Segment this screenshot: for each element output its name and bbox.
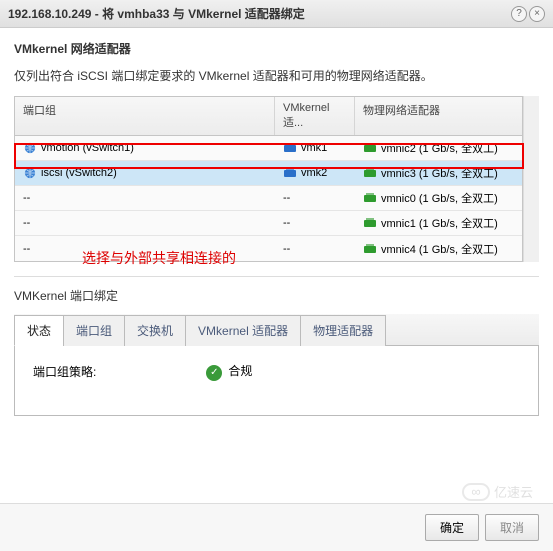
help-icon[interactable]: ? [511, 6, 527, 22]
cell-vmkernel: -- [275, 189, 355, 207]
cell-vmkernel: -- [275, 214, 355, 232]
port-group-text: -- [23, 192, 30, 204]
section-description: 仅列出符合 iSCSI 端口绑定要求的 VMkernel 适配器和可用的物理网络… [14, 67, 539, 84]
nic-icon [363, 142, 377, 154]
scrollbar[interactable] [523, 96, 539, 262]
cell-physical: vmnic3 (1 Gb/s, 全双工) [355, 162, 522, 184]
port-group-text: vmotion (vSwitch1) [41, 142, 134, 154]
tab-2[interactable]: 交换机 [124, 315, 186, 346]
globe-icon [23, 142, 37, 154]
watermark: ∞ 亿速云 [462, 482, 533, 501]
globe-icon [23, 167, 37, 179]
cell-physical: vmnic4 (1 Gb/s, 全双工) [355, 238, 522, 260]
ok-button[interactable]: 确定 [425, 514, 479, 541]
physical-text: vmnic4 (1 Gb/s, 全双工) [381, 241, 498, 257]
physical-text: vmnic3 (1 Gb/s, 全双工) [381, 165, 498, 181]
cell-vmkernel: vmk2 [275, 164, 355, 182]
nic-icon [363, 243, 377, 255]
lower-section: VMKernel 端口绑定 状态端口组交换机VMkernel 适配器物理适配器 … [14, 276, 539, 416]
nic-icon [363, 217, 377, 229]
cell-vmkernel: vmk1 [275, 139, 355, 157]
physical-text: vmnic0 (1 Gb/s, 全双工) [381, 190, 498, 206]
table-row[interactable]: vmotion (vSwitch1) vmk1 vmnic2 (1 Gb/s, 全双… [15, 136, 522, 161]
table-row[interactable]: -- -- vmnic0 (1 Gb/s, 全双工) [15, 186, 522, 211]
tab-1[interactable]: 端口组 [63, 315, 125, 346]
adapter-table-outer: 端口组 VMkernel 适... 物理网络适配器 vmotion (vSwit… [14, 96, 539, 262]
port-group-text: -- [23, 217, 30, 229]
main-panel: VMkernel 网络适配器 仅列出符合 iSCSI 端口绑定要求的 VMker… [0, 28, 553, 416]
cell-port-group: iscsi (vSwitch2) [15, 164, 275, 182]
cancel-button[interactable]: 取消 [485, 514, 539, 541]
port-group-text: -- [23, 243, 30, 255]
tab-content-status: 端口组策略: ✓ 合规 [14, 346, 539, 416]
cell-physical: vmnic0 (1 Gb/s, 全双工) [355, 187, 522, 209]
th-vmkernel[interactable]: VMkernel 适... [275, 97, 355, 135]
th-physical[interactable]: 物理网络适配器 [355, 97, 522, 135]
vmkernel-text: vmk2 [301, 167, 327, 179]
vmkernel-text: -- [283, 192, 290, 204]
table-header: 端口组 VMkernel 适... 物理网络适配器 [15, 97, 522, 136]
titlebar: 192.168.10.249 - 将 vmhba33 与 VMkernel 适配… [0, 0, 553, 28]
th-port-group[interactable]: 端口组 [15, 97, 275, 135]
physical-text: vmnic1 (1 Gb/s, 全双工) [381, 215, 498, 231]
tab-0[interactable]: 状态 [14, 315, 64, 346]
cell-physical: vmnic1 (1 Gb/s, 全双工) [355, 212, 522, 234]
table-row[interactable]: -- -- vmnic1 (1 Gb/s, 全双工) [15, 211, 522, 236]
cell-vmkernel: -- [275, 240, 355, 258]
nic-icon [363, 167, 377, 179]
cell-port-group: -- [15, 189, 275, 207]
policy-value-wrap: ✓ 合规 [206, 362, 252, 381]
cell-port-group: vmotion (vSwitch1) [15, 139, 275, 157]
nic-icon [283, 142, 297, 154]
physical-text: vmnic2 (1 Gb/s, 全双工) [381, 140, 498, 156]
cell-port-group: -- [15, 214, 275, 232]
nic-icon [283, 167, 297, 179]
dialog-footer: 确定 取消 [0, 503, 553, 551]
vmkernel-text: -- [283, 217, 290, 229]
watermark-icon: ∞ [462, 483, 490, 501]
annotation-text: 选择与外部共享相连接的 [82, 248, 236, 268]
tab-3[interactable]: VMkernel 适配器 [185, 315, 301, 346]
vmkernel-text: -- [283, 243, 290, 255]
vmkernel-text: vmk1 [301, 142, 327, 154]
lower-heading: VMKernel 端口绑定 [14, 287, 539, 304]
table-row[interactable]: iscsi (vSwitch2) vmk2 vmnic3 (1 Gb/s, 全双工) [15, 161, 522, 186]
cell-physical: vmnic2 (1 Gb/s, 全双工) [355, 137, 522, 159]
tab-bar: 状态端口组交换机VMkernel 适配器物理适配器 [14, 314, 539, 346]
window-title: 192.168.10.249 - 将 vmhba33 与 VMkernel 适配… [8, 5, 511, 22]
policy-label: 端口组策略: [33, 363, 96, 380]
nic-icon [363, 192, 377, 204]
section-heading: VMkernel 网络适配器 [14, 40, 539, 57]
policy-value: 合规 [228, 364, 252, 378]
table-body: vmotion (vSwitch1) vmk1 vmnic2 (1 Gb/s, 全双… [15, 136, 522, 261]
close-icon[interactable]: × [529, 6, 545, 22]
titlebar-controls: ? × [511, 6, 545, 22]
check-icon: ✓ [206, 365, 222, 381]
policy-row: 端口组策略: ✓ 合规 [33, 362, 520, 381]
port-group-text: iscsi (vSwitch2) [41, 167, 117, 179]
adapter-table: 端口组 VMkernel 适... 物理网络适配器 vmotion (vSwit… [14, 96, 523, 262]
tab-4[interactable]: 物理适配器 [300, 315, 386, 346]
watermark-text: 亿速云 [494, 482, 533, 501]
